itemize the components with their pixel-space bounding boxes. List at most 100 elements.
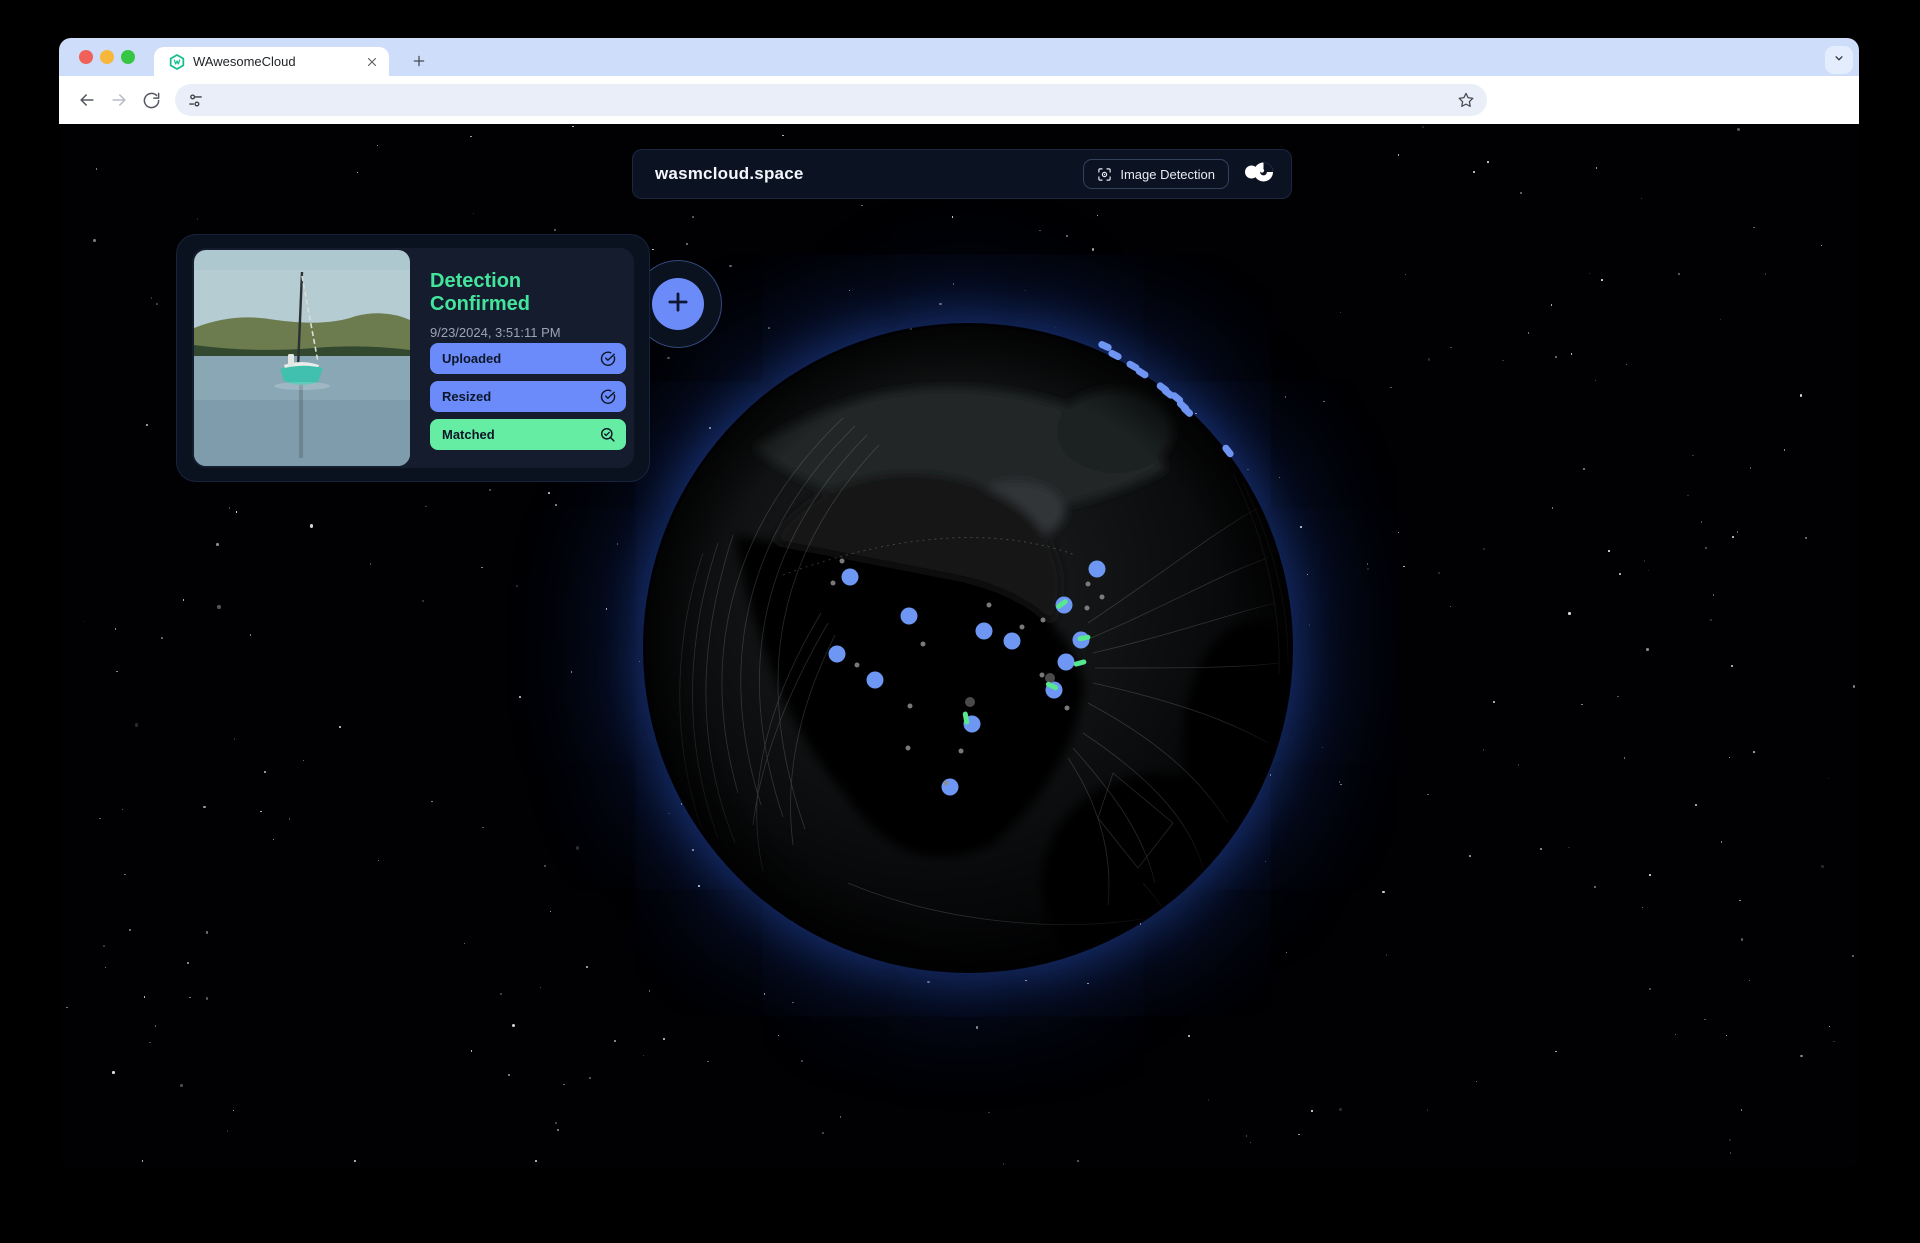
star (939, 303, 942, 306)
star (1704, 1019, 1706, 1021)
close-tab-icon[interactable] (365, 55, 379, 69)
star (1551, 304, 1553, 306)
star (1540, 848, 1542, 850)
star (378, 860, 380, 862)
star (1340, 784, 1342, 786)
url-input[interactable] (212, 92, 1449, 109)
star (861, 205, 863, 207)
new-tab-button[interactable] (406, 48, 432, 74)
star (1003, 1163, 1005, 1165)
browser-toolbar (59, 76, 1859, 124)
star (187, 962, 190, 965)
tab-search-button[interactable] (1825, 46, 1853, 74)
star (471, 1050, 473, 1052)
star (1595, 380, 1597, 382)
star (1729, 757, 1731, 759)
blue-marker (901, 608, 918, 625)
star (1300, 526, 1302, 528)
star (1025, 980, 1027, 982)
gray-marker (908, 704, 913, 709)
star (1853, 685, 1856, 688)
browser-tab[interactable]: WAwesomeCloud (154, 47, 389, 76)
star (1626, 364, 1628, 366)
star (1737, 128, 1741, 132)
star (1555, 356, 1557, 358)
sailboat-on-water-photo (194, 250, 410, 466)
star (203, 806, 206, 809)
star (1087, 983, 1089, 985)
add-host-button[interactable] (652, 278, 704, 330)
star (1493, 701, 1496, 704)
image-detection-button[interactable]: Image Detection (1083, 159, 1229, 189)
star (822, 1132, 824, 1134)
gray-marker (1086, 582, 1091, 587)
star (782, 135, 784, 137)
earth-globe[interactable] (643, 323, 1293, 973)
star (1713, 594, 1715, 596)
star (1710, 619, 1712, 621)
star (1642, 907, 1644, 909)
star (1398, 154, 1400, 156)
star (1367, 568, 1370, 571)
address-bar[interactable] (175, 84, 1487, 116)
bookmark-star-icon[interactable] (1457, 91, 1475, 109)
back-button[interactable] (73, 86, 101, 114)
detection-card: Detection Confirmed 9/23/2024, 3:51:11 P… (176, 234, 650, 482)
star (354, 1160, 357, 1163)
star (129, 929, 131, 931)
star (339, 726, 341, 728)
detection-card-body: Detection Confirmed 9/23/2024, 3:51:11 P… (192, 248, 634, 468)
star (1208, 1099, 1210, 1101)
tune-icon[interactable] (187, 92, 204, 109)
star (96, 168, 98, 170)
star (544, 865, 547, 868)
star (470, 136, 472, 138)
close-window-button[interactable] (79, 50, 93, 64)
star (1753, 227, 1755, 229)
star (849, 290, 851, 292)
star (563, 1084, 565, 1086)
star (555, 504, 557, 506)
star (1250, 1142, 1252, 1144)
star (1427, 1109, 1429, 1111)
reload-icon (142, 91, 161, 110)
star (425, 506, 427, 508)
star (1596, 167, 1598, 169)
star (692, 216, 694, 218)
gray-marker (1065, 706, 1070, 711)
star (729, 265, 732, 268)
star (151, 297, 153, 299)
arrow-right-icon (109, 90, 129, 110)
star (1422, 126, 1424, 128)
chevron-down-icon (1832, 51, 1846, 70)
star (1483, 548, 1485, 550)
star (1739, 900, 1741, 902)
star (792, 1002, 794, 1004)
star (1323, 401, 1325, 403)
star (512, 1024, 516, 1028)
star (84, 621, 86, 623)
star (516, 585, 518, 587)
star (1720, 319, 1722, 321)
star (1692, 455, 1694, 457)
star (540, 987, 542, 989)
reload-button[interactable] (137, 86, 165, 114)
minimize-window-button[interactable] (100, 50, 114, 64)
star (589, 1077, 591, 1079)
star (1649, 988, 1651, 990)
star (422, 600, 425, 603)
star (1518, 764, 1520, 766)
star (217, 605, 221, 609)
theme-toggle-button[interactable] (1241, 159, 1277, 190)
star (116, 671, 118, 673)
star (652, 249, 654, 251)
star (377, 145, 379, 147)
maximize-window-button[interactable] (121, 50, 135, 64)
star (764, 993, 766, 995)
forward-button[interactable] (105, 86, 133, 114)
star (216, 543, 219, 546)
star (142, 1160, 144, 1162)
star (1730, 1152, 1732, 1154)
star (1617, 696, 1619, 698)
status-pill-uploaded: Uploaded (430, 343, 626, 374)
